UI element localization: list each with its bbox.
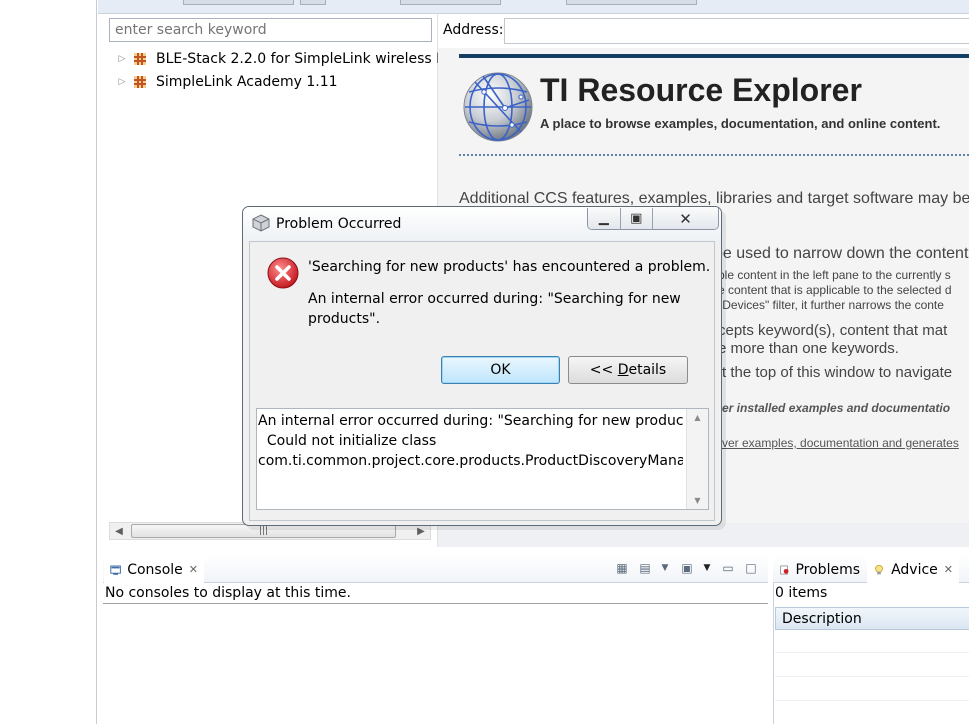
scroll-left-arrow-icon[interactable]: ◀	[109, 522, 129, 540]
filter-text: be used to narrow down the content	[714, 245, 969, 262]
table-row	[775, 654, 969, 677]
chevron-down-icon[interactable]: ▼	[657, 560, 673, 576]
details-label-prefix: <<	[589, 362, 618, 378]
console-empty-message: No consoles to display at this time.	[105, 585, 351, 601]
discover-examples-link[interactable]: ver examples, documentation and generate…	[722, 436, 959, 450]
toolbar-button[interactable]	[183, 0, 294, 5]
tab-label: Console	[127, 561, 183, 578]
lightbulb-icon	[875, 564, 883, 574]
tab-console[interactable]: Console ✕	[104, 556, 204, 583]
items-count: 0 items	[775, 585, 828, 601]
filter-desc-1: ble content in the left pane to the curr…	[718, 268, 951, 282]
chevron-down-icon[interactable]: ▼	[699, 560, 715, 576]
toolbar-button[interactable]	[400, 0, 501, 5]
address-label: Address:	[443, 22, 504, 38]
expand-arrow-icon[interactable]: ▷	[116, 76, 128, 88]
tab-problems[interactable]: Problems	[774, 556, 866, 583]
package-icon	[134, 53, 146, 65]
tab-label: Problems	[795, 561, 860, 578]
tree-item-label: BLE-Stack 2.2.0 for SimpleLink wireless …	[156, 51, 459, 67]
error-message: 'Searching for new products' has encount…	[308, 259, 711, 275]
keyword-text-2: e more than one keywords.	[718, 340, 899, 357]
package-icon	[134, 76, 146, 88]
details-button[interactable]: << Details	[568, 356, 688, 384]
toolbar-button[interactable]	[566, 0, 697, 5]
installed-examples-link[interactable]: er installed examples and documentatio	[722, 401, 950, 415]
column-header-description[interactable]: Description	[775, 607, 969, 630]
open-console-icon[interactable]: ▣	[679, 560, 695, 576]
expand-arrow-icon[interactable]: ▷	[116, 53, 128, 65]
page-title: TI Resource Explorer	[540, 72, 862, 108]
details-label-rest: etails	[628, 362, 667, 378]
header-rule	[459, 54, 969, 58]
filter-desc-3: "Devices" filter, it further narrows the…	[718, 298, 944, 312]
error-detail: An internal error occurred during: "Sear…	[308, 291, 681, 327]
restore-icon[interactable]: ▣	[620, 208, 653, 229]
globe-logo-icon	[463, 72, 533, 142]
tree-item-ble-stack[interactable]: ▷ BLE-Stack 2.2.0 for SimpleLink wireles…	[116, 48, 458, 70]
keyword-text: cepts keyword(s), content that mat	[718, 322, 948, 339]
problems-icon	[780, 565, 789, 574]
error-icon	[267, 257, 299, 289]
filter-desc-2: e content that is applicable to the sele…	[718, 283, 952, 297]
address-input[interactable]	[504, 18, 969, 44]
close-icon[interactable]: ✕	[653, 208, 718, 229]
vertical-scrollbar[interactable]: ▲ ▼	[686, 409, 708, 509]
scroll-down-arrow-icon[interactable]: ▼	[694, 496, 700, 505]
pin-console-icon[interactable]: ▦	[614, 560, 630, 576]
search-input[interactable]	[109, 18, 432, 42]
navigate-text: t the top of this window to navigate	[722, 364, 953, 381]
toolbar-button[interactable]	[300, 0, 326, 5]
column-label: Description	[782, 610, 862, 627]
console-divider	[103, 603, 768, 604]
dotted-divider	[459, 154, 969, 156]
maximize-icon[interactable]: □	[743, 560, 759, 576]
display-console-icon[interactable]: ▤	[637, 560, 653, 576]
ok-label: OK	[490, 362, 511, 378]
tree-item-simplelink-academy[interactable]: ▷ SimpleLink Academy 1.11	[116, 71, 338, 93]
minimize-icon[interactable]: ▭	[720, 560, 736, 576]
tab-label: Advice	[891, 561, 938, 578]
table-row	[775, 678, 969, 701]
close-icon[interactable]: ✕	[944, 563, 953, 576]
window-controls: ▁ ▣ ✕	[587, 208, 719, 230]
minimize-icon[interactable]: ▁	[588, 208, 621, 229]
tab-advice[interactable]: Advice ✕	[867, 556, 959, 583]
scroll-up-arrow-icon[interactable]: ▲	[694, 413, 700, 422]
details-text: An internal error occurred during: "Sear…	[258, 413, 683, 469]
close-icon[interactable]: ✕	[189, 563, 198, 576]
left-gutter	[0, 0, 97, 724]
details-label-mnemonic: D	[617, 362, 629, 378]
tree-item-label: SimpleLink Academy 1.11	[156, 74, 338, 90]
table-row	[775, 630, 969, 653]
pane-separator	[98, 547, 969, 555]
ok-button[interactable]: OK	[441, 356, 560, 384]
eclipse-cube-icon	[252, 214, 270, 232]
dialog-title: Problem Occurred	[276, 216, 402, 232]
console-icon	[110, 565, 121, 575]
page-subtitle: A place to browse examples, documentatio…	[540, 116, 941, 131]
eclipse-window: ▷ BLE-Stack 2.2.0 for SimpleLink wireles…	[0, 0, 969, 724]
